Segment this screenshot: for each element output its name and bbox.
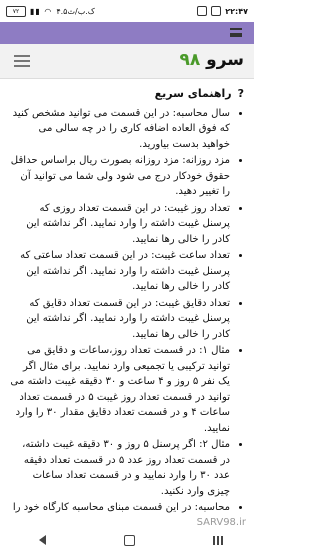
question-mark-icon: ?: [237, 87, 244, 100]
help-list: سال محاسبه: در این قسمت می توانید مشخص ک…: [10, 106, 244, 516]
list-item: تعداد روز غیبت: در این قسمت تعداد روزی ک…: [10, 201, 230, 248]
signal-icons: ▮▮ ◠: [30, 6, 53, 16]
list-item: مثال ۲: اگر پرسنل ۵ روز و ۳۰ دقیقه غیبت …: [10, 437, 230, 499]
overflow-menu-icon[interactable]: [230, 28, 242, 37]
battery-icon: ۷۲: [6, 5, 26, 17]
list-item: مثال ۱: در قسمت تعداد روز،ساعات و دقایق …: [10, 343, 230, 436]
system-nav-bar: [0, 530, 254, 550]
watermark: SARV98.ir: [196, 517, 246, 528]
hamburger-menu-icon[interactable]: [14, 55, 30, 67]
home-icon[interactable]: [124, 534, 136, 546]
page-header: سرو ۹۸: [0, 44, 254, 79]
status-bar: ۷۲ ▮▮ ◠ ۴.۵ک.ب/ث ۲۲:۴۷: [0, 0, 254, 22]
list-item: تعداد دقایق غیبت: در این قسمت تعداد دقای…: [10, 296, 230, 343]
section-title: ? راهنمای سریع: [10, 86, 244, 102]
back-icon[interactable]: [39, 535, 47, 545]
title-word: سرو: [206, 50, 244, 70]
network-speed: ۴.۵ک.ب/ث: [56, 6, 95, 16]
gallery-notification-icon: [211, 6, 222, 16]
status-left: ۷۲ ▮▮ ◠ ۴.۵ک.ب/ث: [6, 5, 95, 17]
section-title-text: راهنمای سریع: [154, 87, 232, 100]
app-top-bar: [0, 22, 254, 44]
list-item: محاسبه: در این قسمت مبنای محاسبه کارگاه …: [10, 500, 230, 516]
recent-apps-icon[interactable]: [213, 535, 215, 545]
list-item: مزد روزانه: مزد روزانه بصورت ریال براساس…: [10, 153, 230, 200]
clock: ۲۲:۴۷: [225, 6, 248, 16]
list-item: سال محاسبه: در این قسمت می توانید مشخص ک…: [10, 106, 230, 153]
title-number: ۹۸: [179, 50, 201, 70]
status-right: ۲۲:۴۷: [197, 6, 248, 16]
page-title: سرو ۹۸: [179, 50, 244, 70]
list-item: تعداد ساعت غیبت: در این قسمت تعداد ساعتی…: [10, 248, 230, 295]
help-content: ? راهنمای سریع سال محاسبه: در این قسمت م…: [10, 86, 244, 517]
app-notification-icon: [197, 6, 208, 16]
